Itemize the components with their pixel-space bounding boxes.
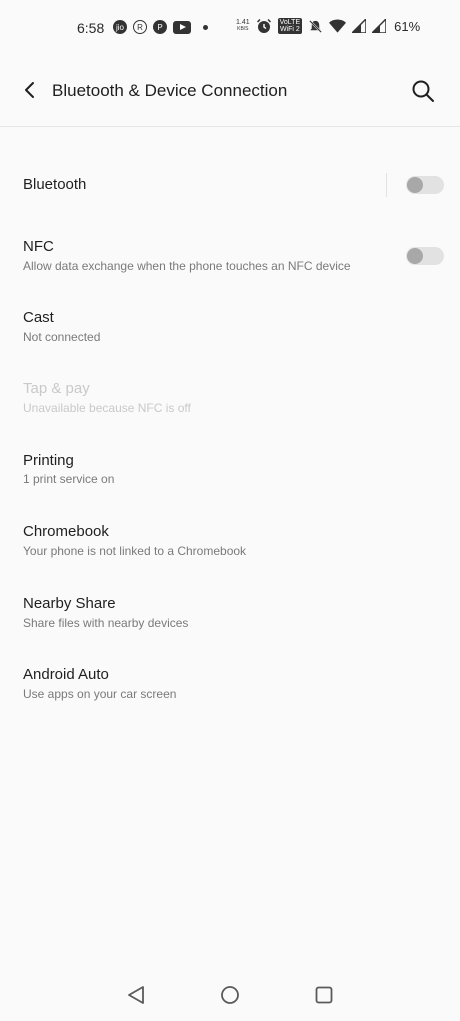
android-auto-title: Android Auto [23,666,109,683]
nfc-title: NFC [23,238,54,255]
nearby-share-subtitle: Share files with nearby devices [23,616,189,630]
toggle-knob [407,248,423,264]
android-auto-row[interactable]: Android Auto Use apps on your car screen [0,659,460,719]
volte-bottom: WiFi 2 [279,26,300,33]
r-icon: R [133,20,147,34]
volte-icon: VoLTE WiFi 2 [277,18,303,34]
recents-square-icon[interactable] [312,983,336,1007]
tap-and-pay-subtitle: Unavailable because NFC is off [23,401,191,415]
speed-unit: KB/S [237,26,249,32]
row-separator [386,173,387,197]
status-time: 6:58 [77,20,105,36]
tap-and-pay-title: Tap & pay [23,380,90,397]
app-bar-divider [0,126,460,127]
chromebook-row[interactable]: Chromebook Your phone is not linked to a… [0,516,460,576]
volte-top: VoLTE [279,19,301,26]
jio-icon: jio [113,20,127,34]
youtube-icon [173,20,191,34]
nearby-share-title: Nearby Share [23,595,116,612]
nfc-subtitle: Allow data exchange when the phone touch… [23,259,351,273]
bluetooth-row[interactable]: Bluetooth [0,160,460,210]
nfc-row[interactable]: NFC Allow data exchange when the phone t… [0,230,460,290]
wifi-icon [329,19,347,33]
chromebook-subtitle: Your phone is not linked to a Chromebook [23,544,247,558]
tap-and-pay-row: Tap & pay Unavailable because NFC is off [0,373,460,433]
android-auto-subtitle: Use apps on your car screen [23,687,177,701]
nfc-toggle[interactable] [406,247,444,265]
signal-icon [352,19,367,33]
app-bar: Bluetooth & Device Connection [0,62,460,118]
nearby-share-row[interactable]: Nearby Share Share files with nearby dev… [0,587,460,647]
network-speed: 1.41 KB/S [236,19,250,33]
signal-icon [372,19,387,33]
search-icon[interactable] [410,78,436,104]
cast-row[interactable]: Cast Not connected [0,302,460,362]
page-title: Bluetooth & Device Connection [52,81,288,100]
mute-icon [309,19,322,33]
chromebook-title: Chromebook [23,523,109,540]
printing-subtitle: 1 print service on [23,472,115,486]
screen: 6:58 jio R P 1.41 KB/S VoLTE WiFi 2 61% … [0,0,460,1021]
printing-row[interactable]: Printing 1 print service on [0,445,460,505]
more-dot-icon [203,24,208,30]
back-arrow-icon[interactable] [18,78,42,102]
home-circle-icon[interactable] [218,983,242,1007]
speed-value: 1.41 [236,19,250,26]
printing-title: Printing [23,452,74,469]
back-triangle-icon[interactable] [124,983,148,1007]
system-icons: 1.41 KB/S VoLTE WiFi 2 61% [236,18,420,34]
alarm-icon [256,18,271,33]
pinterest-icon: P [153,20,167,34]
toggle-knob [407,177,423,193]
cast-subtitle: Not connected [23,330,101,344]
bluetooth-title: Bluetooth [23,176,87,193]
bluetooth-toggle[interactable] [406,176,444,194]
navigation-bar [0,975,460,1015]
notification-icons: jio R P [113,20,208,34]
battery-percent: 61% [394,18,421,34]
cast-title: Cast [23,309,54,326]
status-bar: 6:58 jio R P 1.41 KB/S VoLTE WiFi 2 61% [0,0,460,58]
